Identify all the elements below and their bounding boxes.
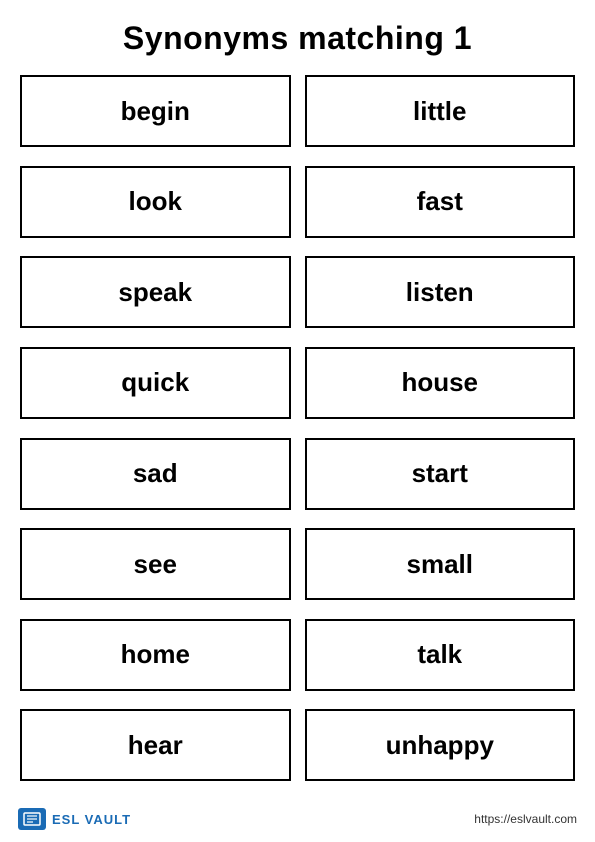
word-card-left-2: speak [20, 256, 291, 328]
word-card-right-1: fast [305, 166, 576, 238]
word-card-left-1: look [20, 166, 291, 238]
word-card-left-3: quick [20, 347, 291, 419]
footer-url: https://eslvault.com [474, 812, 577, 826]
word-grid: begin little look fast speak listen quic… [20, 75, 575, 792]
word-card-right-3: house [305, 347, 576, 419]
page: Synonyms matching 1 begin little look fa… [0, 0, 595, 842]
word-card-right-7: unhappy [305, 709, 576, 781]
word-card-right-5: small [305, 528, 576, 600]
logo-label: ESL VAULT [52, 812, 131, 827]
word-card-left-0: begin [20, 75, 291, 147]
esl-logo-icon [18, 808, 46, 830]
word-card-left-4: sad [20, 438, 291, 510]
page-title: Synonyms matching 1 [123, 20, 472, 57]
word-card-right-4: start [305, 438, 576, 510]
word-card-left-5: see [20, 528, 291, 600]
word-card-right-2: listen [305, 256, 576, 328]
word-card-right-6: talk [305, 619, 576, 691]
footer: ESL VAULT https://eslvault.com [0, 808, 595, 830]
word-card-left-7: hear [20, 709, 291, 781]
word-card-right-0: little [305, 75, 576, 147]
word-card-left-6: home [20, 619, 291, 691]
footer-logo: ESL VAULT [18, 808, 131, 830]
